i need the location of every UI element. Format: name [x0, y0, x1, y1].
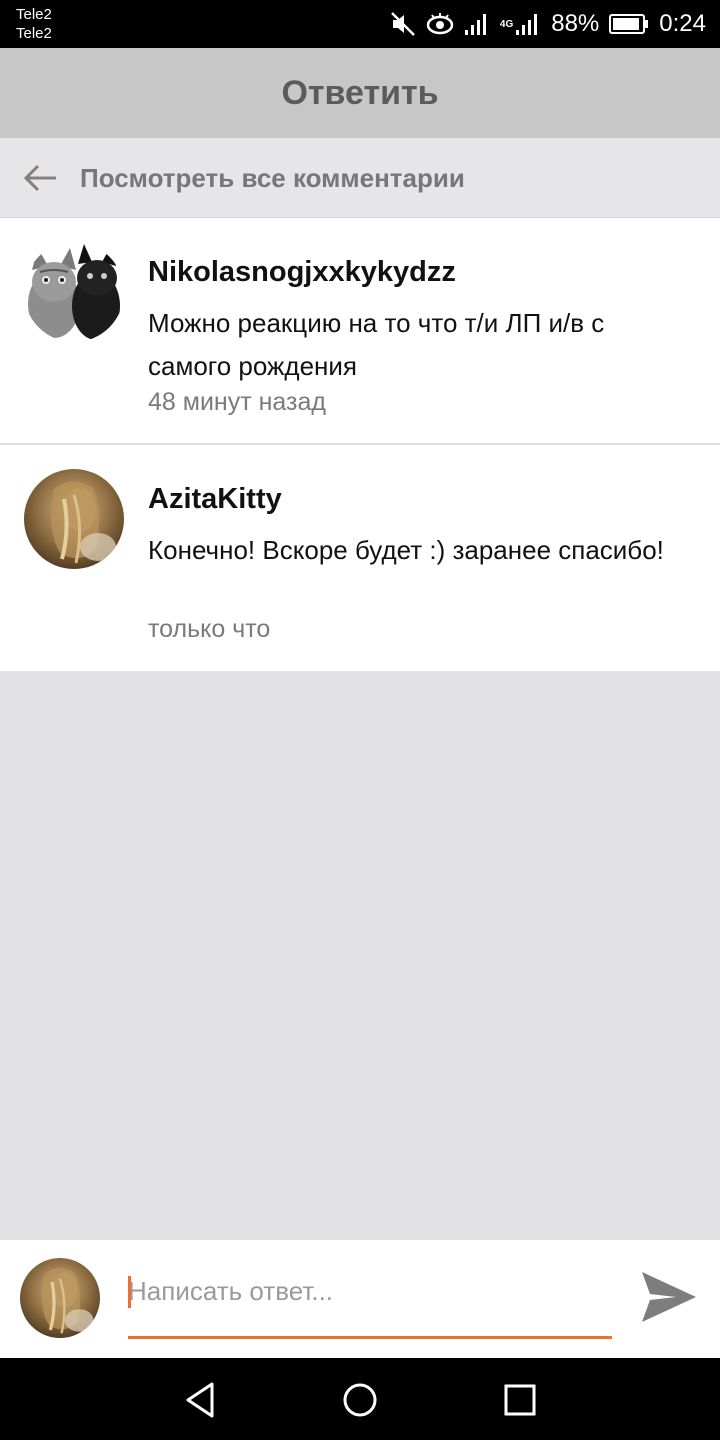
nav-home-icon[interactable] — [340, 1380, 380, 1420]
comment-item: Nikolasnogjxxkykydzz Можно реакцию на то… — [0, 218, 720, 444]
status-icons: 4G 88% 0:24 — [390, 8, 706, 40]
comment-text: Конечно! Вскоре будет :) заранее спасибо… — [148, 535, 664, 565]
status-bar: Tele2 Tele2 4G 88% 0:24 — [0, 0, 720, 48]
signal-icon — [516, 14, 538, 35]
view-all-comments-label[interactable]: Посмотреть все комментарии — [80, 163, 465, 194]
carrier-2: Tele2 — [16, 25, 52, 42]
avatar[interactable] — [24, 469, 124, 569]
avatar[interactable] — [24, 242, 124, 342]
clock: 0:24 — [659, 10, 706, 37]
battery-icon — [609, 14, 649, 34]
comment-time: только что — [148, 615, 271, 643]
comment-author[interactable]: AzitaKitty — [148, 483, 282, 516]
signal-icon — [464, 14, 486, 35]
battery-percent: 88% — [551, 10, 600, 37]
reply-bar — [0, 1240, 720, 1358]
system-nav-bar — [0, 1358, 720, 1440]
network-type: 4G — [499, 18, 514, 30]
comment-text: Можно реакцию на то что т/и ЛП и/в с сам… — [148, 308, 605, 381]
avatar — [20, 1258, 100, 1338]
send-icon[interactable] — [640, 1270, 698, 1324]
back-arrow-icon[interactable] — [22, 162, 58, 194]
reply-input-underline — [128, 1336, 612, 1339]
view-all-comments-row[interactable]: Посмотреть все комментарии — [0, 138, 720, 218]
comment-author[interactable]: Nikolasnogjxxkykydzz — [148, 256, 456, 289]
mute-icon — [391, 12, 415, 36]
carrier-1: Tele2 — [16, 6, 52, 23]
reply-input[interactable] — [128, 1270, 612, 1312]
page-title: Ответить — [281, 73, 439, 112]
nav-recents-icon[interactable] — [500, 1380, 540, 1420]
eye-icon — [426, 13, 454, 35]
carriers: Tele2 Tele2 — [16, 5, 52, 43]
comment-time: 48 минут назад — [148, 388, 326, 416]
nav-back-icon[interactable] — [180, 1380, 220, 1420]
comment-item: AzitaKitty Конечно! Вскоре будет :) зара… — [0, 445, 720, 671]
header: Ответить — [0, 48, 720, 138]
text-cursor — [128, 1276, 131, 1308]
